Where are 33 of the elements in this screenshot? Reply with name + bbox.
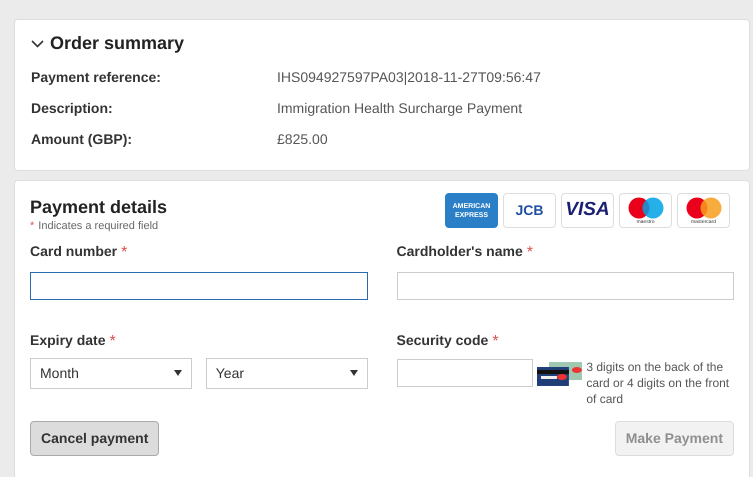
required-asterisk: * (30, 219, 34, 234)
card-number-input[interactable] (30, 272, 368, 300)
required-asterisk: * (109, 332, 116, 352)
summary-label: Payment reference: (31, 68, 162, 87)
overlapping-circles-icon (684, 196, 724, 218)
select-dropdown[interactable]: Year (206, 358, 368, 388)
summary-value: £825.00 (277, 130, 328, 149)
required-note: Indicates a required field (38, 219, 158, 234)
chevron-down-icon[interactable] (31, 40, 44, 48)
summary-value: IHS094927597PA03|2018-11-27T09:56:47 (277, 68, 541, 87)
field-label: Security code (396, 330, 488, 350)
required-asterisk: * (526, 242, 533, 262)
field-label: Card number (30, 242, 118, 260)
card-logo: JCB (503, 193, 556, 228)
security-code-hint: 3 digits on the back of the card or 4 digits on the front of card (586, 358, 730, 406)
cancel-button[interactable]: Cancel payment (30, 420, 160, 456)
section-title: Payment details (30, 196, 168, 218)
summary-label: Amount (GBP): (31, 130, 134, 149)
dropdown-caret-icon (350, 370, 358, 376)
section-title[interactable]: Order summary (50, 30, 184, 57)
card-logo: VISA (561, 193, 614, 228)
cardholder-name-input[interactable] (396, 272, 734, 300)
summary-label: Description: (31, 99, 114, 118)
dropdown-caret-icon (174, 370, 182, 376)
required-asterisk: * (492, 332, 499, 352)
summary-value: Immigration Health Surcharge Payment (277, 99, 522, 118)
credit-card-icon (536, 362, 582, 386)
required-asterisk: * (121, 242, 128, 262)
field-label: Expiry date (30, 330, 106, 350)
overlapping-circles-icon (626, 196, 666, 218)
security-code-input[interactable] (396, 358, 532, 386)
select-dropdown[interactable]: Month (30, 358, 192, 388)
field-label: Cardholder's name (396, 242, 523, 260)
